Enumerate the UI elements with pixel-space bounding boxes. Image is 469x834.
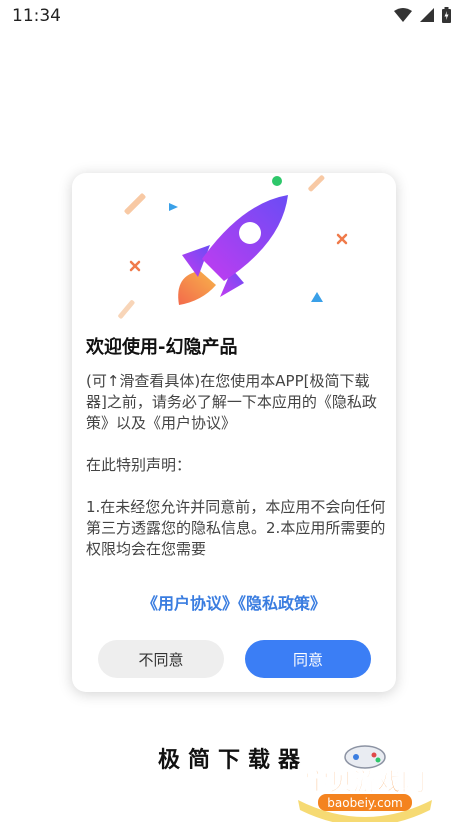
watermark-text: 宝贝游戏网: [305, 768, 425, 796]
status-bar: 11:34: [0, 0, 469, 34]
body-paragraph: (可↑滑查看具体)在您使用本APP[极简下载器]之前，请务必了解一下本应用的《隐…: [86, 372, 377, 432]
privacy-dialog: 欢迎使用-幻隐产品 (可↑滑查看具体)在您使用本APP[极简下载器]之前，请务必…: [72, 173, 396, 692]
privacy-policy-link[interactable]: 《隐私政策》: [238, 594, 326, 613]
app-name-title: 极简下载器: [158, 748, 309, 773]
status-time: 11:34: [12, 6, 61, 26]
rocket-illustration: [118, 175, 348, 319]
watermark-url: baobeiy.com: [327, 796, 402, 810]
decline-button[interactable]: 不同意: [98, 640, 224, 678]
status-icons: [394, 7, 451, 23]
site-watermark: 宝贝游戏网 baobeiy.com: [298, 745, 432, 822]
signal-icon: [420, 8, 434, 22]
battery-icon: [442, 7, 451, 23]
wifi-icon: [394, 8, 412, 22]
body-paragraph: 在此特别声明：: [86, 456, 192, 474]
agree-button[interactable]: 同意: [245, 640, 371, 678]
user-agreement-link[interactable]: 《用户协议》: [142, 594, 238, 613]
policy-links: 《用户协议》《隐私政策》: [72, 590, 396, 614]
body-paragraph: 1.在未经您允许并同意前，本应用不会向任何第三方透露您的隐私信息。2.本应用所需…: [86, 498, 386, 558]
dialog-body-scroll[interactable]: (可↑滑查看具体)在您使用本APP[极简下载器]之前，请务必了解一下本应用的《隐…: [86, 371, 386, 563]
gamepad-icon: [344, 745, 386, 769]
dialog-title: 欢迎使用-幻隐产品: [86, 337, 238, 358]
